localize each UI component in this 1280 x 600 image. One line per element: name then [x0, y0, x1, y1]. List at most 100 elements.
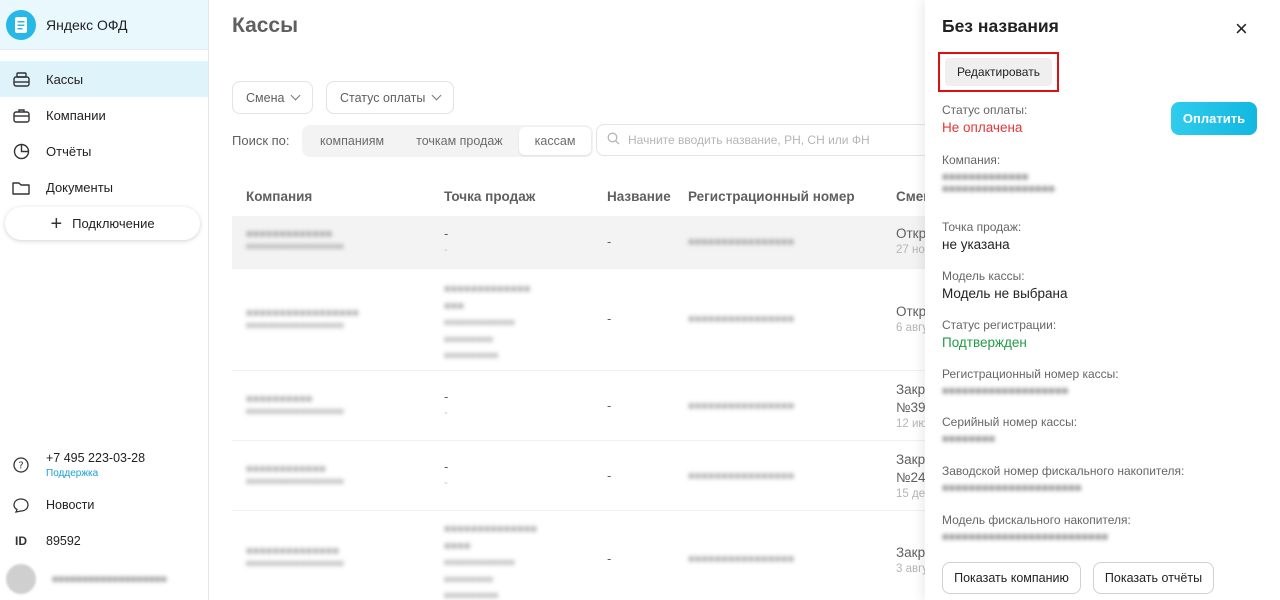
shift-date: 3 авгу	[896, 563, 925, 576]
sidebar-item-label: Отчёты	[46, 143, 92, 159]
company-cell-redacted: ●●●●●●●●●●●● ●●●●●●●●●●●●●●●●●●	[246, 463, 344, 486]
connect-button[interactable]: + Подключение	[5, 207, 200, 240]
payment-status-value: Не оплачена	[942, 120, 1023, 135]
payment-status-filter-label: Статус оплаты	[340, 90, 426, 105]
user-id-item: ID 89592	[0, 523, 208, 559]
table-row[interactable]: ●●●●●●●●●●●●●● ●●●●●●●●●●●●●●●●●● ●●●●●●●…	[232, 511, 925, 600]
field-label: Компания:	[942, 153, 1001, 167]
company-field: Компания: ●●●●●●●●●●●●● ●●●●●●●●●●●●●●●●●	[942, 153, 1055, 195]
support-link[interactable]: Поддержка	[46, 468, 145, 479]
name-cell: -	[607, 311, 612, 326]
edit-button[interactable]: Редактировать	[945, 58, 1052, 86]
column-header-company[interactable]: Компания	[246, 189, 312, 204]
svg-text:?: ?	[18, 461, 23, 472]
payment-status-filter-dropdown[interactable]: Статус оплаты	[326, 81, 455, 114]
sidebar-bottom: ? +7 495 223-03-28 Поддержка Новости ID …	[0, 443, 208, 599]
sale-point-cell: -	[444, 226, 449, 241]
sidebar-item-label: Компании	[46, 107, 106, 123]
news-label: Новости	[46, 498, 95, 512]
table-row[interactable]: ●●●●●●●●●●●● ●●●●●●●●●●●●●●●●●● - - - ●●●…	[232, 441, 925, 511]
serial-number-field: Серийный номер кассы: ●●●●●●●●	[942, 415, 1077, 445]
sidebar-item-reports[interactable]: Отчёты	[0, 133, 208, 169]
company-value-redacted: ●●●●●●●●●●●●● ●●●●●●●●●●●●●●●●●	[942, 171, 1055, 195]
name-cell: -	[607, 468, 612, 483]
reg-number-cell-redacted: ●●●●●●●●●●●●●●●●	[688, 470, 795, 482]
table-row[interactable]: ●●●●●●●●●● ●●●●●●●●●●●●●●●●●● - - - ●●●●●…	[232, 371, 925, 441]
reg-number-cell-redacted: ●●●●●●●●●●●●●●●●	[688, 400, 795, 412]
shift-date: 6 авгу	[896, 322, 925, 335]
reg-number-cell-redacted: ●●●●●●●●●●●●●●●●	[688, 313, 795, 325]
shift-date: 12 ию	[896, 418, 925, 431]
sidebar-nav: Кассы Компании Отчёты Документы	[0, 61, 208, 205]
reg-number-cell-redacted: ●●●●●●●●●●●●●●●●	[688, 236, 795, 248]
shift-number: №24	[896, 470, 925, 486]
name-cell: -	[607, 398, 612, 413]
column-header-sale-point[interactable]: Точка продаж	[444, 189, 535, 204]
sidebar-item-companies[interactable]: Компании	[0, 97, 208, 133]
column-header-name[interactable]: Название	[607, 189, 671, 204]
shift-status: Закр	[896, 382, 925, 397]
shift-cell: Закр №39 12 ию	[896, 381, 925, 433]
show-company-button[interactable]: Показать компанию	[942, 562, 1081, 594]
shift-cell: Откр 27 но	[896, 225, 925, 259]
search-icon	[607, 132, 620, 148]
briefcase-icon	[12, 106, 30, 124]
chat-bubble-icon	[12, 497, 30, 513]
support-block[interactable]: ? +7 495 223-03-28 Поддержка	[0, 443, 208, 487]
shift-status: Закр	[896, 452, 925, 467]
shift-number: №39	[896, 400, 925, 416]
sale-point-value: не указана	[942, 237, 1010, 252]
field-label: Заводской номер фискального накопителя:	[942, 464, 1185, 478]
field-label: Регистрационный номер кассы:	[942, 367, 1119, 381]
cashbox-detail-panel: Без названия × Редактировать Оплатить Ст…	[925, 0, 1280, 600]
column-header-reg-number[interactable]: Регистрационный номер	[688, 189, 855, 204]
fn-model-field: Модель фискального накопителя: ●●●●●●●●●…	[942, 513, 1131, 543]
brand-header[interactable]: Яндекс ОФД	[0, 0, 208, 50]
search-scope-switch: компаниям точкам продаж кассам	[302, 125, 594, 157]
field-label: Точка продаж:	[942, 220, 1022, 234]
sale-point-cell: -	[444, 389, 449, 404]
shift-status: Закр	[896, 545, 925, 560]
news-item[interactable]: Новости	[0, 487, 208, 523]
search-placeholder: Начните вводить название, РН, СН или ФН	[628, 133, 870, 147]
company-cell-redacted: ●●●●●●●●●● ●●●●●●●●●●●●●●●●●●	[246, 393, 344, 416]
name-cell: -	[607, 234, 612, 249]
close-icon[interactable]: ×	[1235, 18, 1248, 40]
panel-title: Без названия	[942, 16, 1059, 36]
chevron-down-icon	[431, 90, 442, 101]
fn-model-value-redacted: ●●●●●●●●●●●●●●●●●●●●●●●●●	[942, 531, 1109, 543]
edit-button-highlight[interactable]: Редактировать	[938, 52, 1059, 92]
table-row[interactable]: ●●●●●●●●●●●●● ●●●●●●●●●●●●●●●●●● - - - ●●…	[232, 216, 925, 269]
yandex-ofd-logo-icon	[6, 9, 36, 40]
segment-companies[interactable]: компаниям	[304, 127, 400, 155]
sidebar-item-documents[interactable]: Документы	[0, 169, 208, 205]
user-email-redacted: ●●●●●●●●●●●●●●●●●●●	[52, 573, 167, 585]
sidebar-item-cashboxes[interactable]: Кассы	[0, 61, 208, 97]
reg-number-value-redacted: ●●●●●●●●●●●●●●●●●●●	[942, 385, 1069, 397]
main-content: Кассы Смена Статус оплаты Поиск по: комп…	[210, 0, 925, 600]
sale-point-cell: -	[444, 459, 449, 474]
sidebar-item-label: Кассы	[46, 71, 84, 87]
shift-filter-dropdown[interactable]: Смена	[232, 81, 314, 114]
company-cell-redacted: ●●●●●●●●●●●●●● ●●●●●●●●●●●●●●●●●●	[246, 545, 344, 568]
registration-status-value: Подтвержден	[942, 335, 1027, 350]
cashbox-icon	[12, 70, 30, 88]
segment-cashboxes[interactable]: кассам	[518, 127, 592, 155]
app-name: Яндекс ОФД	[46, 16, 128, 33]
segment-sale-points[interactable]: точкам продаж	[400, 127, 519, 155]
user-id-value: 89592	[46, 534, 81, 548]
field-label: Серийный номер кассы:	[942, 415, 1078, 429]
search-input[interactable]: Начните вводить название, РН, СН или ФН	[596, 124, 925, 156]
table-row[interactable]: ●●●●●●●●●●●●●●●●● ●●●●●●●●●●●●●●●●●● ●●●●…	[232, 269, 925, 371]
user-account[interactable]: ●●●●●●●●●●●●●●●●●●●	[0, 559, 208, 599]
sidebar: Яндекс ОФД Кассы Компании Отчёты Докумен…	[0, 0, 209, 600]
pay-button[interactable]: Оплатить	[1171, 102, 1257, 135]
show-reports-button[interactable]: Показать отчёты	[1093, 562, 1214, 594]
serial-number-value-redacted: ●●●●●●●●	[942, 433, 996, 445]
connect-label: Подключение	[72, 216, 155, 231]
sale-point-sub: -	[444, 244, 448, 256]
sidebar-item-label: Документы	[46, 179, 114, 195]
shift-status: Откр	[896, 304, 925, 319]
folder-icon	[12, 178, 30, 196]
column-header-shift[interactable]: Смена	[896, 189, 925, 204]
